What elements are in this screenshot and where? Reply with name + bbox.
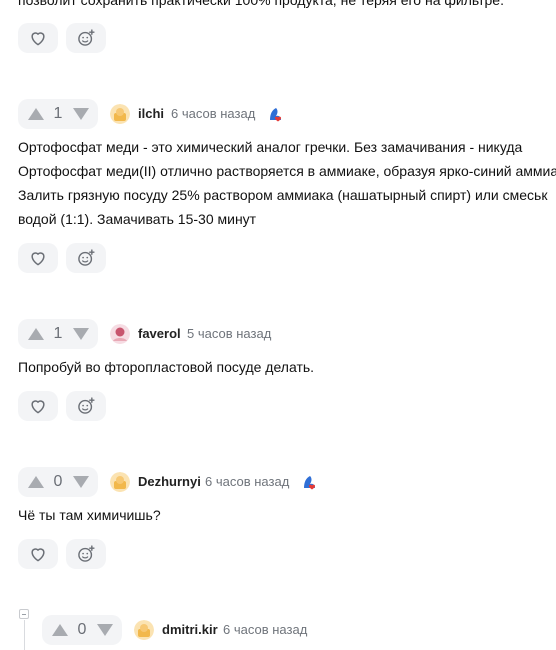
triangle-up-icon <box>51 624 68 636</box>
avatar-icon <box>110 104 130 124</box>
add-reaction-button[interactable] <box>66 243 106 273</box>
avatar-icon <box>134 620 154 640</box>
comment-line: Ортофосфат меди(II) отлично растворяется… <box>18 163 556 179</box>
emoji-add-icon <box>78 29 95 46</box>
add-reaction-button[interactable] <box>66 539 106 569</box>
comment-body: Попробуй во фторопластовой посуде делать… <box>18 355 314 379</box>
like-button[interactable] <box>18 391 58 421</box>
comment-text-partial: позволит сохранить практически 100% прод… <box>18 0 504 8</box>
avatar-icon <box>110 324 130 344</box>
like-button[interactable] <box>18 23 58 53</box>
upvote-button[interactable] <box>26 324 45 344</box>
avatar[interactable] <box>134 620 154 640</box>
triangle-up-icon <box>27 328 44 340</box>
heart-icon <box>31 32 45 46</box>
downvote-button[interactable] <box>71 324 90 344</box>
emoji-add-icon <box>78 545 95 562</box>
comment-line: Залить грязную посуду 25% раствором амми… <box>18 187 548 203</box>
comment-time[interactable]: 6 часов назад <box>205 474 289 489</box>
comment-time[interactable]: 5 часов назад <box>187 326 271 341</box>
comment-line: Чё ты там химичишь? <box>18 507 161 523</box>
triangle-down-icon <box>96 624 113 636</box>
downvote-button[interactable] <box>71 104 90 124</box>
vote-control: 0 <box>18 467 98 497</box>
heart-icon <box>31 252 45 266</box>
vote-control: 1 <box>18 99 98 129</box>
triangle-down-icon <box>72 476 89 488</box>
triangle-down-icon <box>72 328 89 340</box>
avatar[interactable] <box>110 324 130 344</box>
upvote-button[interactable] <box>26 472 45 492</box>
comment-author[interactable]: ilchi <box>138 106 164 121</box>
upvote-button[interactable] <box>50 620 69 640</box>
collapse-thread-icon[interactable] <box>19 609 29 619</box>
comment-line: Попробуй во фторопластовой посуде делать… <box>18 359 315 375</box>
comment-body: Чё ты там химичишь? <box>18 503 161 527</box>
score-value: 0 <box>53 473 63 490</box>
score-value: 1 <box>53 105 63 122</box>
emoji-add-icon <box>78 249 95 266</box>
profile-badge-icon <box>304 476 316 490</box>
triangle-up-icon <box>27 476 44 488</box>
add-reaction-button[interactable] <box>66 23 106 53</box>
downvote-button[interactable] <box>95 620 114 640</box>
comment-body: Ортофосфат меди - это химический аналог … <box>18 135 556 231</box>
comment-author[interactable]: dmitri.kir <box>162 622 218 637</box>
like-button[interactable] <box>18 539 58 569</box>
thread-line[interactable] <box>24 620 25 650</box>
profile-badge-icon <box>270 108 282 122</box>
like-button[interactable] <box>18 243 58 273</box>
vote-control: 1 <box>18 319 98 349</box>
comment-author[interactable]: faverol <box>138 326 181 341</box>
comment-line: водой (1:1). Замачивать 15-30 минут <box>18 211 257 227</box>
upvote-button[interactable] <box>26 104 45 124</box>
comment-author[interactable]: Dezhurnyi <box>138 474 201 489</box>
triangle-up-icon <box>27 108 44 120</box>
add-reaction-button[interactable] <box>66 391 106 421</box>
downvote-button[interactable] <box>71 472 90 492</box>
heart-icon <box>31 548 45 562</box>
avatar-icon <box>110 472 130 492</box>
vote-control: 0 <box>42 615 122 645</box>
score-value: 1 <box>53 325 63 342</box>
emoji-add-icon <box>78 397 95 414</box>
score-value: 0 <box>77 621 87 638</box>
triangle-down-icon <box>72 108 89 120</box>
comment-time[interactable]: 6 часов назад <box>223 622 307 637</box>
heart-icon <box>31 400 45 414</box>
comment-line: Ортофосфат меди - это химический аналог … <box>18 139 523 155</box>
comment-time[interactable]: 6 часов назад <box>171 106 255 121</box>
avatar[interactable] <box>110 104 130 124</box>
avatar[interactable] <box>110 472 130 492</box>
